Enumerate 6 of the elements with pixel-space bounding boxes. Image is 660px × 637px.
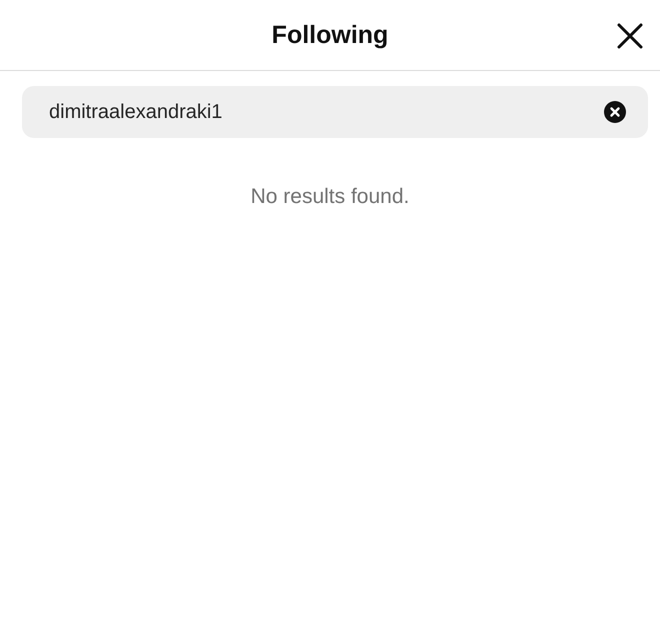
- dialog-title: Following: [272, 20, 388, 50]
- clear-icon: [604, 101, 626, 123]
- no-results-message: No results found.: [250, 185, 410, 209]
- search-field[interactable]: dimitraalexandraki1: [22, 86, 648, 138]
- clear-button[interactable]: [604, 101, 626, 123]
- close-icon: [616, 22, 644, 50]
